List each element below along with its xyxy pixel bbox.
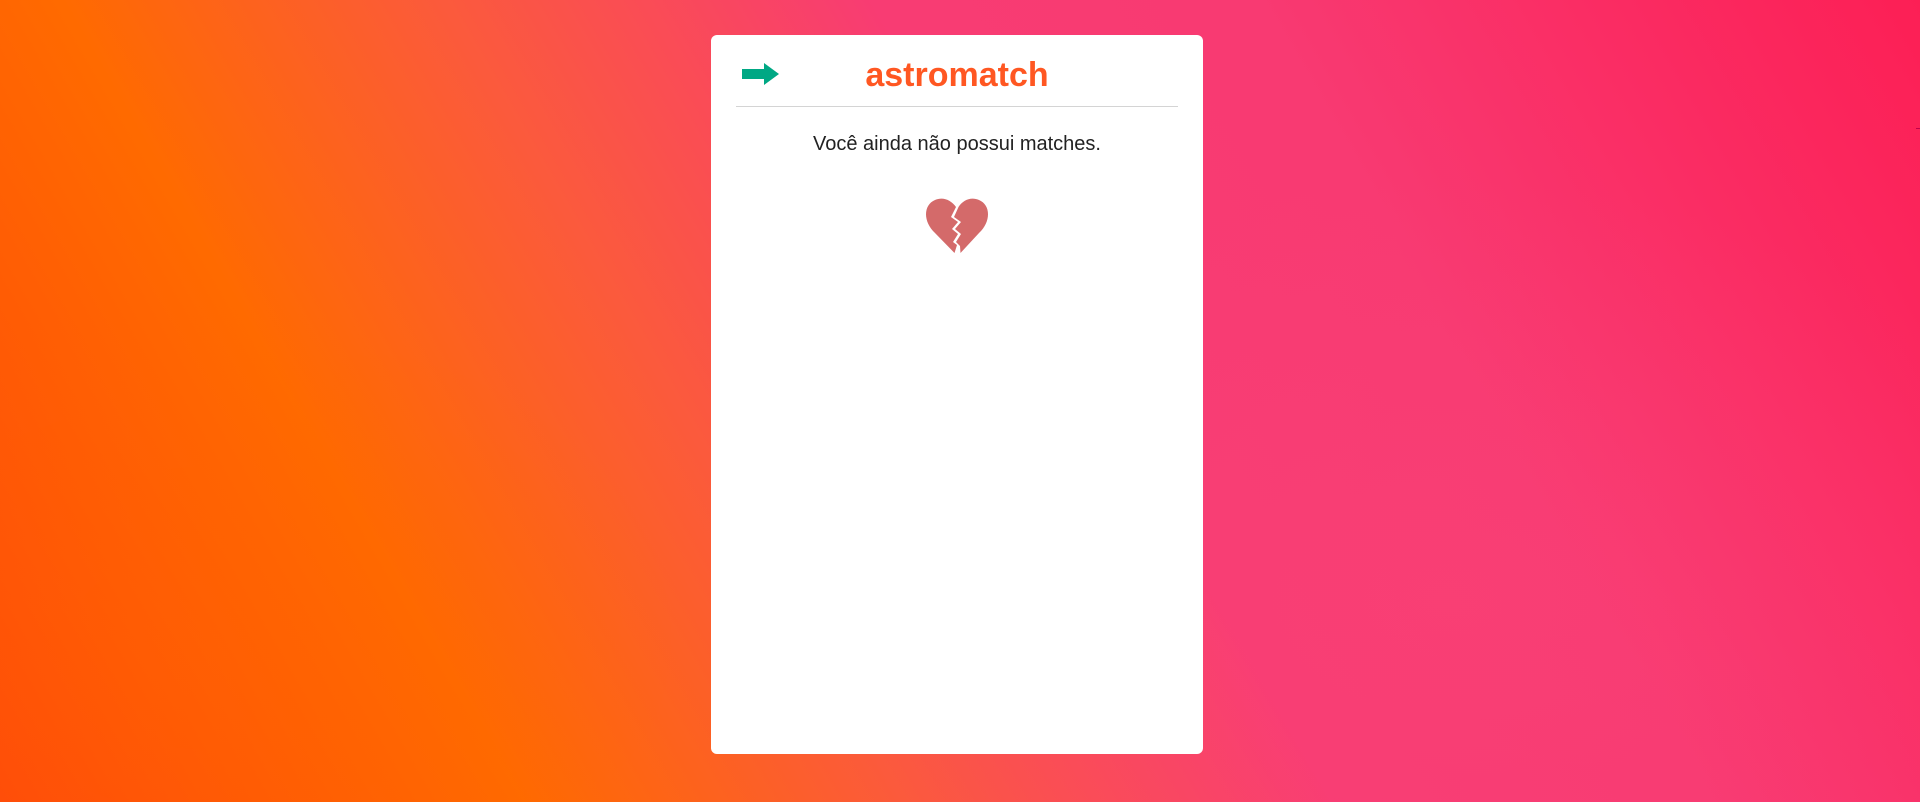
broken-heart-icon	[926, 198, 988, 253]
app-title: astromatch	[865, 56, 1049, 94]
app-header: astromatch	[736, 35, 1178, 107]
empty-matches-message: Você ainda não possui matches.	[813, 133, 1101, 155]
edge-mark	[1916, 128, 1920, 129]
app-card: astromatch Você ainda não possui matches…	[711, 35, 1203, 754]
